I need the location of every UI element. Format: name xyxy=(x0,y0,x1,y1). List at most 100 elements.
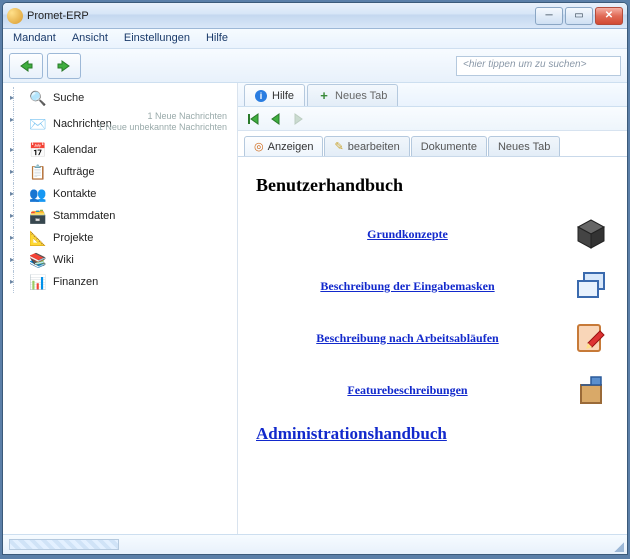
cube-icon xyxy=(573,216,609,252)
subtab-anzeigen[interactable]: ◎ Anzeigen xyxy=(244,136,323,156)
sidebar-item-label: Projekte xyxy=(53,232,93,244)
plus-icon: + xyxy=(318,90,330,102)
tree-expander-icon[interactable] xyxy=(13,271,23,293)
sidebar-item-label: Kalendar xyxy=(53,144,97,156)
close-button[interactable]: ✕ xyxy=(595,7,623,25)
doc-link-row: Featurebeschreibungen xyxy=(256,372,609,408)
link-eingabemasken[interactable]: Beschreibung der Eingabemasken xyxy=(256,279,559,294)
content-area: i Hilfe + Neues Tab xyxy=(238,83,627,534)
contacts-icon: 👥 xyxy=(29,185,47,203)
sidebar-item-projekte[interactable]: 📐 Projekte xyxy=(5,227,233,249)
view-icon: ◎ xyxy=(254,140,264,153)
sidebar-item-kalendar[interactable]: 📅 Kalendar xyxy=(5,139,233,161)
package-icon xyxy=(573,372,609,408)
database-icon: 🗃️ xyxy=(29,207,47,225)
arrow-right-icon xyxy=(290,111,306,127)
status-bar xyxy=(3,534,627,554)
arrow-left-icon xyxy=(18,58,34,74)
project-icon: 📐 xyxy=(29,229,47,247)
search-input[interactable]: <hier tippen um zu suchen> xyxy=(456,56,621,76)
menu-einstellungen[interactable]: Einstellungen xyxy=(116,29,198,48)
link-grundkonzepte[interactable]: Grundkonzepte xyxy=(256,227,559,242)
sidebar-item-label: Kontakte xyxy=(53,188,96,200)
tree-expander-icon[interactable] xyxy=(13,249,23,271)
subtab-neues[interactable]: Neues Tab xyxy=(488,136,560,156)
link-featurebeschreibungen[interactable]: Featurebeschreibungen xyxy=(256,383,559,398)
sidebar: 🔍 Suche ✉️ Nachrichten 1 Neue Nachrichte… xyxy=(3,83,238,534)
tab-label: Hilfe xyxy=(272,90,294,102)
arrow-left-icon xyxy=(268,111,284,127)
tree-expander-icon[interactable] xyxy=(13,139,23,161)
sidebar-item-finanzen[interactable]: 📊 Finanzen xyxy=(5,271,233,293)
tree-expander-icon[interactable] xyxy=(13,161,23,183)
menu-ansicht[interactable]: Ansicht xyxy=(64,29,116,48)
resize-grip[interactable] xyxy=(612,540,624,552)
maximize-button[interactable]: ▭ xyxy=(565,7,593,25)
subtab-dokumente[interactable]: Dokumente xyxy=(411,136,487,156)
doc-link-row: Beschreibung der Eingabemasken xyxy=(256,268,609,304)
tree-expander-icon[interactable] xyxy=(13,227,23,249)
pencil-icon: ✎ xyxy=(334,140,343,153)
finance-icon: 📊 xyxy=(29,273,47,291)
main-toolbar: <hier tippen um zu suchen> xyxy=(3,49,627,83)
sidebar-item-auftraege[interactable]: 📋 Aufträge xyxy=(5,161,233,183)
search-icon: 🔍 xyxy=(29,89,47,107)
app-window: Promet-ERP ─ ▭ ✕ Mandant Ansicht Einstel… xyxy=(2,2,628,555)
menu-bar: Mandant Ansicht Einstellungen Hilfe xyxy=(3,29,627,49)
document-viewport[interactable]: Benutzerhandbuch Grundkonzepte Beschreib… xyxy=(238,157,627,534)
title-bar[interactable]: Promet-ERP ─ ▭ ✕ xyxy=(3,3,627,29)
window-title: Promet-ERP xyxy=(27,10,535,22)
tree-expander-icon[interactable] xyxy=(13,109,23,139)
minimize-button[interactable]: ─ xyxy=(535,7,563,25)
tab-label: Neues Tab xyxy=(335,90,387,102)
sidebar-item-label: Stammdaten xyxy=(53,210,115,222)
books-icon: 📚 xyxy=(29,251,47,269)
doc-link-row: Beschreibung nach Arbeitsabläufen xyxy=(256,320,609,356)
menu-hilfe[interactable]: Hilfe xyxy=(198,29,236,48)
windows-stack-icon xyxy=(573,268,609,304)
sidebar-item-nachrichten[interactable]: ✉️ Nachrichten 1 Neue Nachrichten 1 Neue… xyxy=(5,109,233,139)
sidebar-item-label: Wiki xyxy=(53,254,74,266)
document-tabs: i Hilfe + Neues Tab xyxy=(238,83,627,107)
sidebar-item-suche[interactable]: 🔍 Suche xyxy=(5,87,233,109)
sidebar-item-kontakte[interactable]: 👥 Kontakte xyxy=(5,183,233,205)
sidebar-item-substatus: 1 Neue Nachrichten 1 Neue unbekannte Nac… xyxy=(98,111,227,133)
page-subheading: Administrationshandbuch xyxy=(256,424,609,444)
sidebar-item-stammdaten[interactable]: 🗃️ Stammdaten xyxy=(5,205,233,227)
progress-bar xyxy=(9,539,119,550)
clipboard-icon: 📋 xyxy=(29,163,47,181)
sidebar-item-label: Suche xyxy=(53,92,84,104)
tree-expander-icon[interactable] xyxy=(13,205,23,227)
subtab-label: Dokumente xyxy=(421,141,477,153)
tree-expander-icon[interactable] xyxy=(13,183,23,205)
edit-note-icon xyxy=(573,320,609,356)
menu-mandant[interactable]: Mandant xyxy=(5,29,64,48)
sidebar-item-label: Finanzen xyxy=(53,276,98,288)
forward-button[interactable] xyxy=(47,53,81,79)
subtab-label: bearbeiten xyxy=(348,141,400,153)
arrow-left-bar-icon xyxy=(246,111,262,127)
sidebar-item-wiki[interactable]: 📚 Wiki xyxy=(5,249,233,271)
subtab-bearbeiten[interactable]: ✎ bearbeiten xyxy=(324,136,409,156)
tab-neues[interactable]: + Neues Tab xyxy=(307,84,398,106)
doc-link-row: Grundkonzepte xyxy=(256,216,609,252)
subtab-label: Anzeigen xyxy=(268,141,314,153)
sidebar-item-label: Aufträge xyxy=(53,166,95,178)
tree-expander-icon[interactable] xyxy=(13,87,23,109)
info-icon: i xyxy=(255,90,267,102)
doc-back-button[interactable] xyxy=(266,110,286,128)
calendar-icon: 📅 xyxy=(29,141,47,159)
link-arbeitsablaeufe[interactable]: Beschreibung nach Arbeitsabläufen xyxy=(256,331,559,346)
arrow-right-icon xyxy=(56,58,72,74)
mail-icon: ✉️ xyxy=(29,115,47,133)
back-button[interactable] xyxy=(9,53,43,79)
page-heading: Benutzerhandbuch xyxy=(256,175,609,196)
tab-hilfe[interactable]: i Hilfe xyxy=(244,84,305,106)
subtab-label: Neues Tab xyxy=(498,141,550,153)
link-administrationshandbuch[interactable]: Administrationshandbuch xyxy=(256,424,447,443)
doc-subtabs: ◎ Anzeigen ✎ bearbeiten Dokumente Neues … xyxy=(238,135,627,157)
doc-nav-toolbar xyxy=(238,107,627,131)
doc-forward-button[interactable] xyxy=(288,110,308,128)
app-icon xyxy=(7,8,23,24)
doc-fullback-button[interactable] xyxy=(244,110,264,128)
